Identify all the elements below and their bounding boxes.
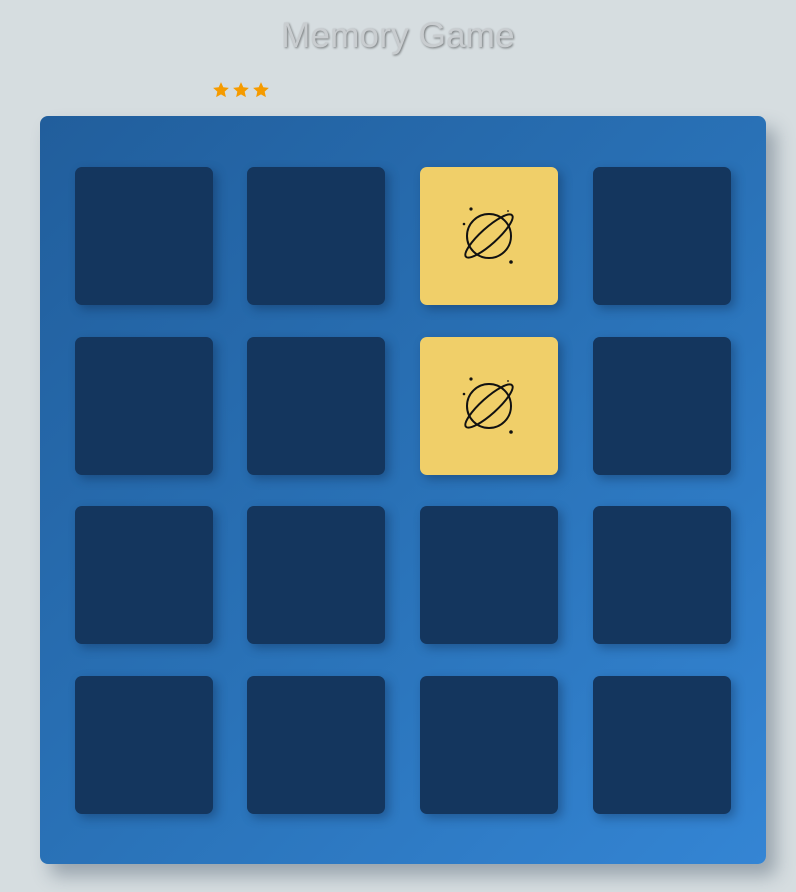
card[interactable] [75, 337, 213, 475]
card[interactable] [75, 676, 213, 814]
page-title: Memory Game [281, 16, 515, 55]
card[interactable] [75, 167, 213, 305]
card[interactable] [247, 506, 385, 644]
planet-icon [462, 207, 514, 264]
star-icon [253, 82, 269, 98]
card[interactable] [593, 676, 731, 814]
card[interactable] [75, 506, 213, 644]
card[interactable] [420, 676, 558, 814]
star-rating [212, 80, 270, 102]
card[interactable] [420, 167, 558, 305]
star-icon [233, 82, 249, 98]
card[interactable] [593, 506, 731, 644]
card[interactable] [420, 337, 558, 475]
card[interactable] [247, 167, 385, 305]
card[interactable] [420, 506, 558, 644]
planet-icon [462, 377, 514, 434]
star-icon [213, 82, 229, 98]
card[interactable] [247, 337, 385, 475]
card[interactable] [247, 676, 385, 814]
card[interactable] [593, 167, 731, 305]
game-board [40, 116, 766, 864]
card[interactable] [593, 337, 731, 475]
